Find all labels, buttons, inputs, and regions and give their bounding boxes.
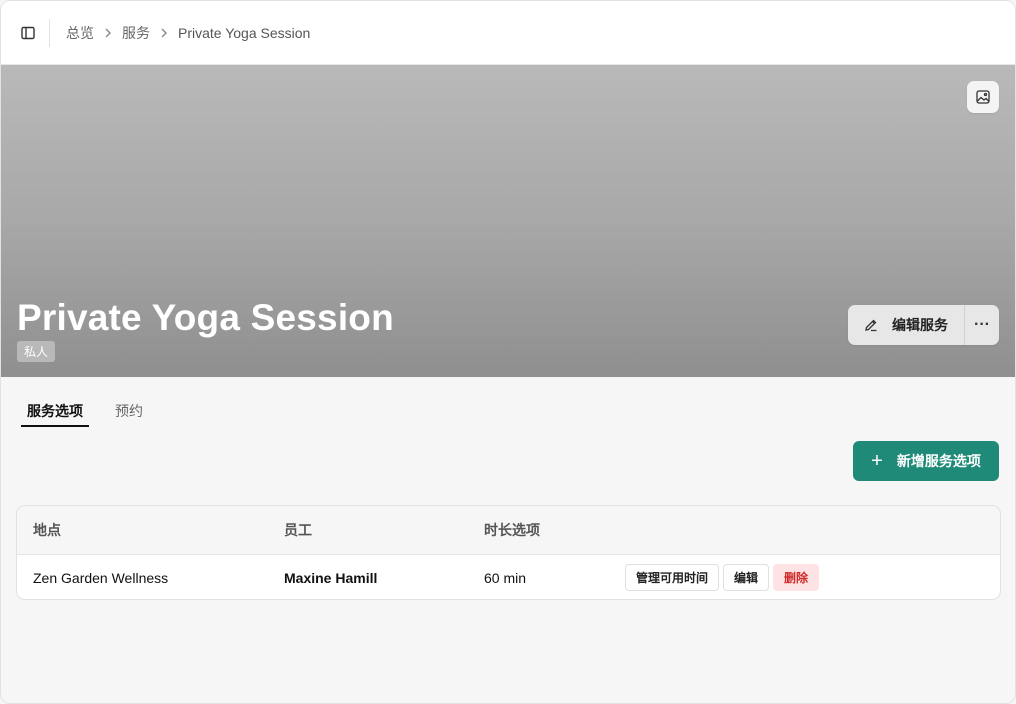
breadcrumb-current: Private Yoga Session: [178, 24, 311, 41]
tab-service-options[interactable]: 服务选项: [21, 401, 89, 427]
app-window: 总览 服务 Private Yoga Session Private Yoga …: [0, 0, 1016, 704]
table-header: 地点 员工 时长选项: [17, 506, 1000, 555]
tab-bar: 服务选项 预约: [1, 401, 1015, 427]
table-row: Zen Garden Wellness Maxine Hamill 60 min…: [17, 555, 1000, 599]
manage-availability-button[interactable]: 管理可用时间: [625, 564, 720, 591]
chevron-right-icon: [104, 28, 112, 38]
change-image-button[interactable]: [967, 81, 999, 113]
service-hero: Private Yoga Session 私人 编辑服务 ···: [1, 65, 1015, 377]
edit-service-button[interactable]: 编辑服务: [848, 305, 964, 345]
delete-button[interactable]: 删除: [773, 564, 820, 591]
add-service-option-button[interactable]: + 新增服务选项: [853, 441, 999, 481]
cell-location: Zen Garden Wellness: [33, 569, 169, 586]
cell-duration: 60 min: [484, 569, 527, 586]
breadcrumb: 总览 服务 Private Yoga Session: [66, 23, 310, 43]
header-staff: 员工: [284, 522, 312, 538]
edit-icon: [864, 318, 878, 332]
header-duration: 时长选项: [484, 522, 540, 538]
image-icon: [976, 90, 990, 104]
top-bar: 总览 服务 Private Yoga Session: [1, 1, 1015, 65]
page-title: Private Yoga Session: [17, 297, 394, 338]
cell-staff: Maxine Hamill: [284, 569, 378, 586]
breadcrumb-overview[interactable]: 总览: [66, 23, 94, 43]
tab-bookings[interactable]: 预约: [109, 401, 149, 426]
hero-actions: 编辑服务 ···: [848, 305, 999, 345]
row-actions: 管理可用时间 编辑 删除: [625, 564, 823, 591]
more-options-button[interactable]: ···: [965, 305, 999, 345]
edit-button[interactable]: 编辑: [723, 564, 770, 591]
edit-service-label: 编辑服务: [892, 317, 948, 333]
breadcrumb-services[interactable]: 服务: [122, 23, 150, 43]
more-icon: ···: [974, 316, 990, 333]
add-service-option-label: 新增服务选项: [896, 453, 981, 469]
plus-icon: +: [871, 450, 883, 472]
privacy-badge: 私人: [17, 341, 56, 362]
sidebar-toggle-icon[interactable]: [17, 22, 39, 44]
chevron-right-icon: [160, 28, 168, 38]
topbar-divider: [49, 18, 50, 47]
header-location: 地点: [33, 522, 61, 538]
service-options-table: 地点 员工 时长选项 Zen Garden Wellness Maxine Ha…: [16, 505, 1001, 600]
